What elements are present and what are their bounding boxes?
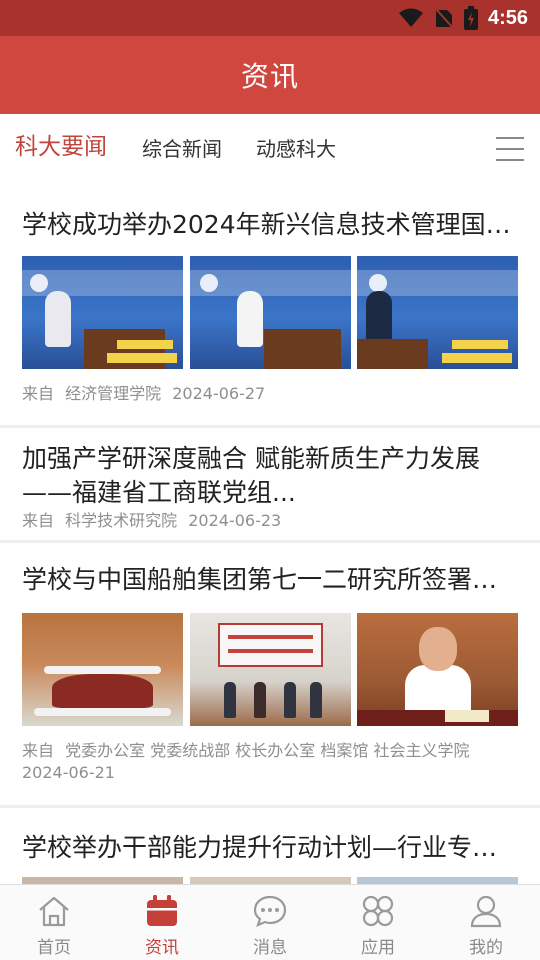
nav-apps[interactable]: 应用 <box>324 885 432 960</box>
news-item[interactable]: 加强产学研深度融合 赋能新质生产力发展——福建省工商联党组... 来自 科学技术… <box>0 428 540 543</box>
conference-speaker-photo <box>189 256 351 369</box>
source-name: 科学技术研究院 <box>65 511 178 530</box>
app-header: 资讯 <box>0 36 540 114</box>
status-bar: 4:56 <box>0 0 540 36</box>
nav-home-label: 首页 <box>37 938 71 958</box>
hamburger-menu-icon[interactable] <box>496 137 524 161</box>
nav-profile[interactable]: 我的 <box>432 885 540 960</box>
nav-apps-label: 应用 <box>361 938 395 958</box>
news-item-title[interactable]: 加强产学研深度融合 赋能新质生产力发展——福建省工商联党组... <box>22 442 522 510</box>
chat-bubble-icon <box>252 893 288 929</box>
publish-date: 2024-06-21 <box>22 763 115 782</box>
nav-news-label: 资讯 <box>145 938 179 958</box>
news-feed[interactable]: 学校成功举办2024年新兴信息技术管理国际学术研讨会 <box>0 184 540 884</box>
page-title: 资讯 <box>240 60 299 93</box>
nav-profile-label: 我的 <box>469 938 503 958</box>
tab-keda-yaowen[interactable]: 科大要闻 <box>15 132 107 162</box>
bottom-nav: 首页 资讯 消息 应用 我的 <box>0 884 540 960</box>
news-thumbnail <box>22 877 183 884</box>
status-icons: 4:56 <box>398 0 528 36</box>
wifi-icon <box>398 8 423 27</box>
news-item[interactable]: 学校与中国船舶集团第七一二研究所签署战略合作协议 <box>0 543 540 808</box>
tab-donggan-keda[interactable]: 动感科大 <box>256 134 336 164</box>
category-tabs: 科大要闻 综合新闻 动感科大 <box>0 114 540 184</box>
news-item[interactable]: 学校举办干部能力提升行动计划—行业专题培训班 <box>0 807 540 884</box>
news-item-meta: 来自 党委办公室 党委统战部 校长办公室 档案馆 社会主义学院 2024-06-… <box>22 740 522 784</box>
status-time: 4:56 <box>487 6 528 29</box>
tab-zonghe-xinwen[interactable]: 综合新闻 <box>142 134 222 164</box>
calendar-news-icon <box>144 893 180 929</box>
source-prefix: 来自 <box>22 384 55 403</box>
no-sim-icon <box>434 7 454 29</box>
meeting-room-photo <box>22 613 183 726</box>
battery-charging-icon <box>463 6 478 30</box>
conference-speaker-photo <box>357 256 518 369</box>
home-icon <box>36 893 72 929</box>
publish-date: 2024-06-27 <box>172 384 266 403</box>
news-item-title[interactable]: 学校举办干部能力提升行动计划—行业专题培训班 <box>22 831 518 865</box>
source-name: 党委办公室 党委统战部 校长办公室 档案馆 社会主义学院 <box>65 741 470 760</box>
user-icon <box>468 893 504 929</box>
apps-grid-icon <box>360 893 396 929</box>
news-item-meta: 来自 科学技术研究院 2024-06-23 <box>22 510 522 532</box>
news-item-thumbnails <box>22 613 518 726</box>
news-item-title[interactable]: 学校成功举办2024年新兴信息技术管理国际学术研讨会 <box>22 208 518 242</box>
speaker-at-desk-photo <box>357 613 518 726</box>
nav-home[interactable]: 首页 <box>0 885 108 960</box>
news-item-meta: 来自 经济管理学院 2024-06-27 <box>22 383 522 405</box>
news-item-thumbnails <box>22 877 518 884</box>
news-thumbnail <box>189 877 351 884</box>
nav-messages-label: 消息 <box>253 938 287 958</box>
source-prefix: 来自 <box>22 741 55 760</box>
source-name: 经济管理学院 <box>65 384 162 403</box>
news-item-title[interactable]: 学校与中国船舶集团第七一二研究所签署战略合作协议 <box>22 563 518 597</box>
conference-speaker-photo <box>22 256 183 369</box>
signing-ceremony-photo <box>189 613 351 726</box>
news-item-thumbnails <box>22 256 518 369</box>
nav-messages[interactable]: 消息 <box>216 885 324 960</box>
publish-date: 2024-06-23 <box>188 511 282 530</box>
news-thumbnail <box>357 877 518 884</box>
news-item[interactable]: 学校成功举办2024年新兴信息技术管理国际学术研讨会 <box>0 184 540 428</box>
source-prefix: 来自 <box>22 511 55 530</box>
nav-news[interactable]: 资讯 <box>108 885 216 960</box>
